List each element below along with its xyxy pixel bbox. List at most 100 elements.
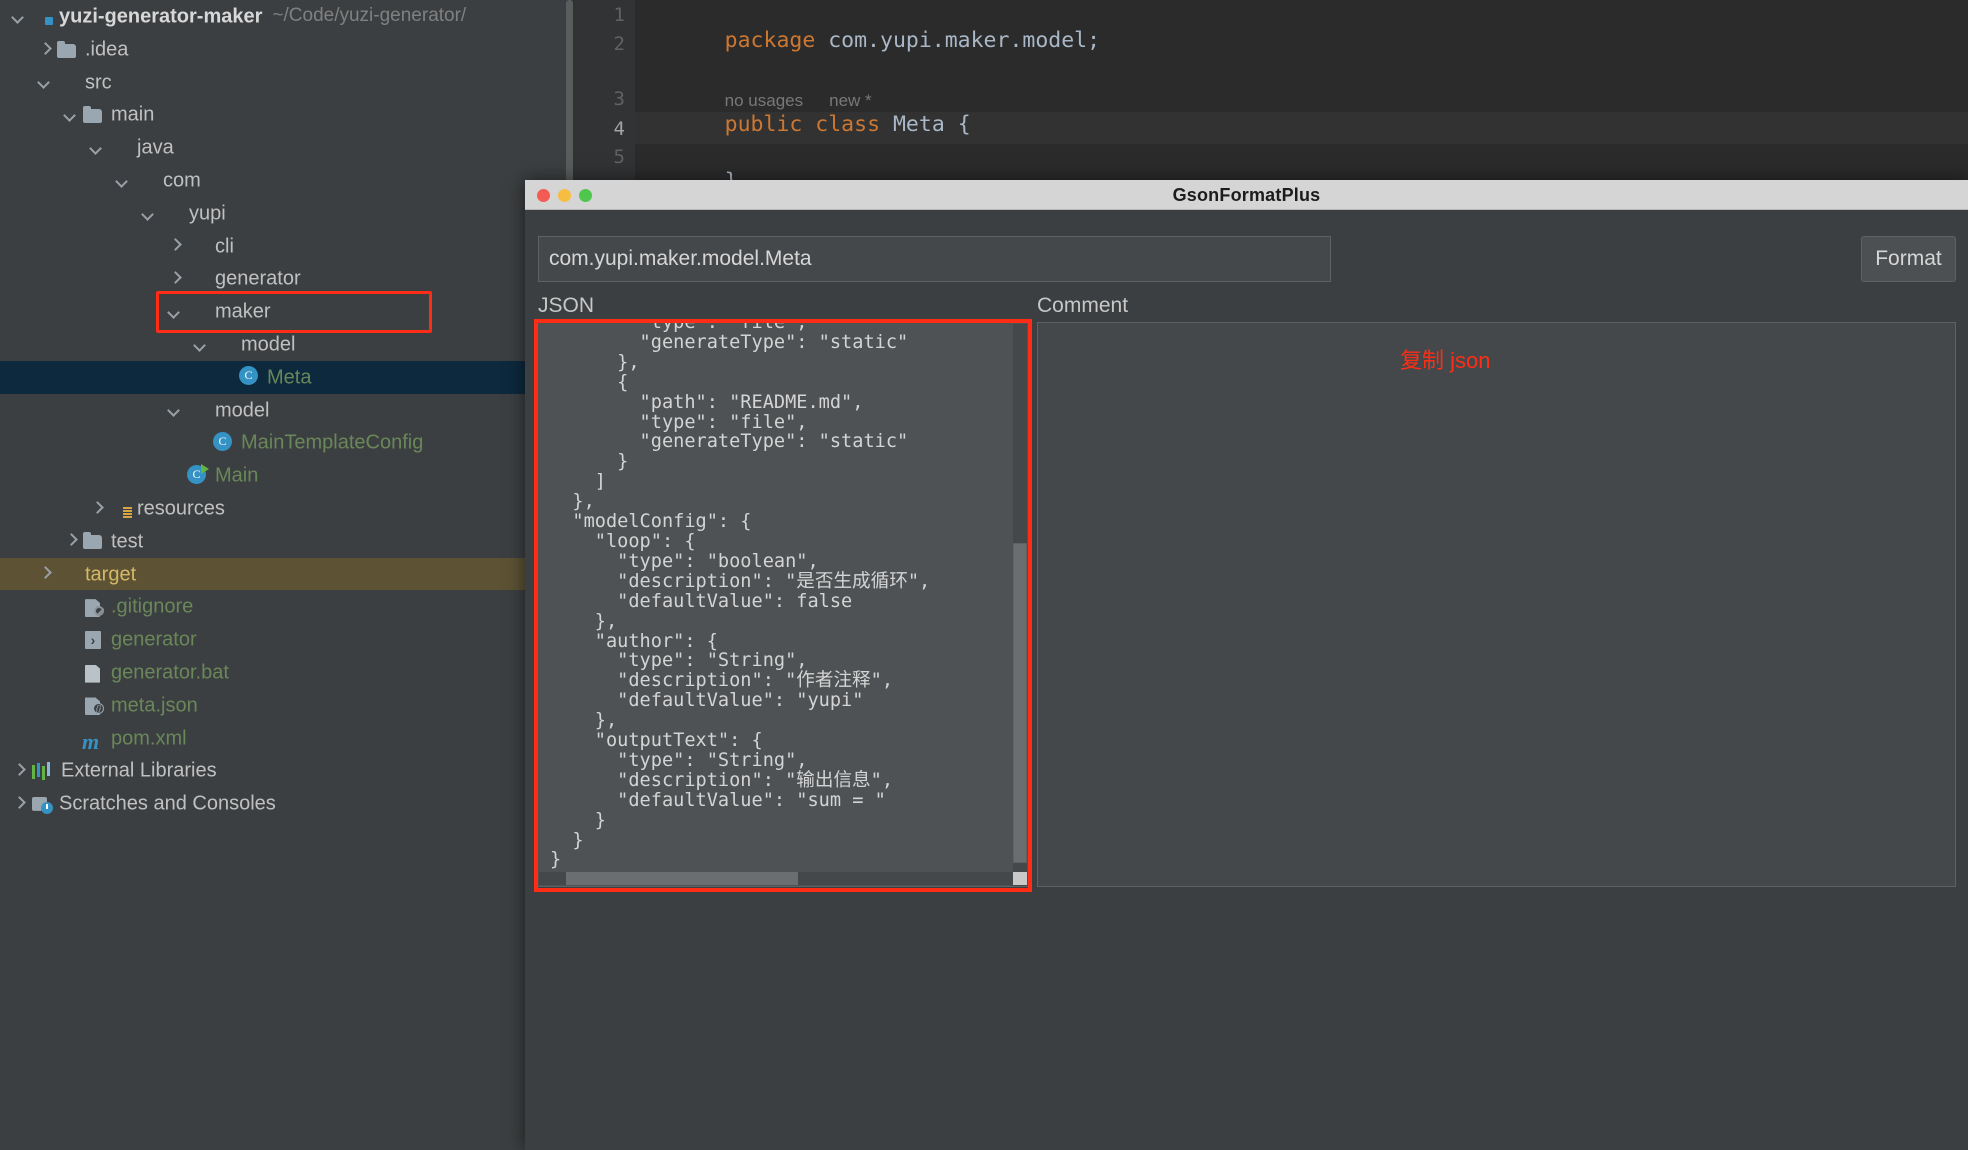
json-vertical-scrollbar[interactable] bbox=[1013, 543, 1027, 863]
tree-item-label: generator bbox=[111, 628, 197, 651]
format-button[interactable]: Format bbox=[1861, 236, 1956, 282]
tree-item-label: pom.xml bbox=[111, 726, 187, 749]
tree-item-src[interactable]: src bbox=[0, 66, 574, 99]
chevron-down-icon[interactable] bbox=[166, 303, 184, 321]
chevron-right-icon[interactable] bbox=[166, 270, 184, 288]
json-scroll-corner bbox=[1013, 872, 1027, 885]
chevron-down-icon[interactable] bbox=[166, 401, 184, 419]
tree-item-label: Meta bbox=[267, 366, 312, 389]
folder-mod-icon bbox=[30, 8, 53, 26]
no-chevron-spacer bbox=[62, 729, 80, 747]
tree-item-yupi[interactable]: yupi bbox=[0, 197, 574, 230]
tree-item-label: target bbox=[85, 562, 137, 585]
chevron-down-icon[interactable] bbox=[192, 336, 210, 354]
tree-item-path: ~/Code/yuzi-generator/ bbox=[272, 5, 467, 27]
folder-pkg-icon bbox=[134, 172, 156, 190]
tree-item-yuzi-generator-maker[interactable]: yuzi-generator-maker ~/Code/yuzi-generato… bbox=[0, 0, 574, 33]
tree-item-meta-json[interactable]: {} meta.json bbox=[0, 689, 574, 722]
line-number-2: 2 bbox=[613, 33, 625, 55]
folder-orange-icon bbox=[56, 565, 78, 583]
chevron-right-icon[interactable] bbox=[36, 565, 54, 583]
folder-icon bbox=[82, 532, 104, 550]
tree-item-label: yupi bbox=[189, 202, 226, 225]
tree-item-label: .gitignore bbox=[111, 595, 194, 618]
tree-item--gitignore[interactable]: .gitignore bbox=[0, 590, 574, 623]
tree-item-label: yuzi-generator-maker bbox=[59, 5, 263, 28]
folder-pkg-icon bbox=[186, 270, 208, 288]
tree-item-label: com bbox=[163, 169, 201, 192]
chevron-down-icon[interactable] bbox=[140, 205, 158, 223]
gsonformatplus-dialog[interactable]: GsonFormatPlus com.yupi.maker.model.Meta… bbox=[525, 180, 1968, 1150]
chevron-right-icon[interactable] bbox=[10, 795, 28, 813]
tree-item-generator-bat[interactable]: generator.bat bbox=[0, 656, 574, 689]
folder-pkg-icon bbox=[186, 237, 208, 255]
class-name-input[interactable]: com.yupi.maker.model.Meta bbox=[538, 236, 1331, 282]
tree-item-maker[interactable]: maker bbox=[0, 295, 574, 328]
no-chevron-spacer bbox=[62, 696, 80, 714]
tree-item-meta[interactable]: Meta bbox=[0, 360, 574, 394]
tree-item-target[interactable]: target bbox=[0, 557, 574, 591]
tree-item-label: src bbox=[85, 70, 112, 93]
tree-item-maintemplateconfig[interactable]: MainTemplateConfig bbox=[0, 426, 574, 459]
tree-item-label: .idea bbox=[85, 38, 129, 61]
json-horizontal-scrollbar[interactable] bbox=[566, 872, 798, 885]
folder-pkg-icon bbox=[186, 401, 208, 419]
line-number-3: 3 bbox=[613, 88, 625, 110]
dialog-title-bar[interactable]: GsonFormatPlus bbox=[525, 180, 1968, 210]
tree-item-label: model bbox=[215, 398, 270, 421]
tree-item-test[interactable]: test bbox=[0, 525, 574, 558]
maven-icon bbox=[82, 726, 104, 759]
chevron-right-icon[interactable] bbox=[166, 237, 184, 255]
json-label: JSON bbox=[538, 294, 595, 317]
chevron-down-icon[interactable] bbox=[10, 8, 28, 26]
chevron-down-icon[interactable] bbox=[62, 106, 80, 124]
tree-item-label: generator.bat bbox=[111, 661, 229, 684]
chevron-down-icon[interactable] bbox=[88, 139, 106, 157]
chevron-right-icon[interactable] bbox=[10, 762, 28, 780]
tree-item-pom-xml[interactable]: pom.xml bbox=[0, 722, 574, 759]
chevron-right-icon[interactable] bbox=[36, 41, 54, 59]
tree-item-main[interactable]: Main bbox=[0, 459, 574, 492]
no-chevron-spacer bbox=[62, 664, 80, 682]
tree-item-generator[interactable]: generator bbox=[0, 623, 574, 656]
chevron-down-icon[interactable] bbox=[36, 73, 54, 91]
folder-pkg-icon bbox=[186, 303, 208, 321]
project-tool-window[interactable]: yuzi-generator-maker ~/Code/yuzi-generato… bbox=[0, 0, 574, 1150]
folder-res-icon bbox=[108, 500, 132, 518]
tree-item-scratches-and-consoles[interactable]: Scratches and Consoles bbox=[0, 787, 574, 820]
cls-icon bbox=[212, 432, 234, 454]
cls-run-icon bbox=[186, 463, 209, 487]
json-textarea[interactable]: "type": "file", "generateType": "static"… bbox=[537, 322, 1029, 887]
dialog-body: com.yupi.maker.model.Meta Format JSON Co… bbox=[525, 210, 1968, 1150]
tree-item-label: Main bbox=[215, 464, 259, 487]
keyword-public: public bbox=[724, 112, 803, 137]
tree-item-resources[interactable]: resources bbox=[0, 492, 574, 525]
tree-item-java[interactable]: java bbox=[0, 131, 574, 164]
folder-blue-icon bbox=[108, 139, 130, 157]
line-number-4: 4 bbox=[613, 118, 625, 140]
comment-textarea[interactable] bbox=[1037, 322, 1956, 887]
json-content: "type": "file", "generateType": "static"… bbox=[550, 322, 931, 871]
tree-item-model[interactable]: model bbox=[0, 394, 574, 427]
tree-item-label: model bbox=[241, 333, 296, 356]
dialog-footer: Setting Copy json Copy comment Cancel OK bbox=[525, 1062, 1968, 1150]
tree-item-main[interactable]: main bbox=[0, 98, 574, 131]
tree-item-label: External Libraries bbox=[61, 759, 217, 782]
tree-item-generator[interactable]: generator bbox=[0, 262, 574, 295]
line-number-1: 1 bbox=[613, 4, 625, 26]
comment-label: Comment bbox=[1037, 294, 1129, 317]
chevron-right-icon[interactable] bbox=[88, 500, 106, 518]
tree-item-model[interactable]: model bbox=[0, 328, 574, 361]
folder-icon bbox=[56, 40, 78, 59]
tree-item-label: cli bbox=[215, 234, 234, 257]
tree-item-label: Scratches and Consoles bbox=[59, 792, 276, 815]
chevron-right-icon[interactable] bbox=[62, 532, 80, 550]
tree-item-label: main bbox=[111, 103, 155, 126]
chevron-down-icon[interactable] bbox=[114, 172, 132, 190]
tree-item-cli[interactable]: cli bbox=[0, 230, 574, 263]
copy-json-annotation-text: 复制 json bbox=[1400, 348, 1491, 373]
tree-item-external-libraries[interactable]: External Libraries bbox=[0, 754, 574, 787]
keyword-package: package bbox=[724, 28, 816, 53]
tree-item-com[interactable]: com bbox=[0, 164, 574, 197]
tree-item--idea[interactable]: .idea bbox=[0, 33, 574, 66]
